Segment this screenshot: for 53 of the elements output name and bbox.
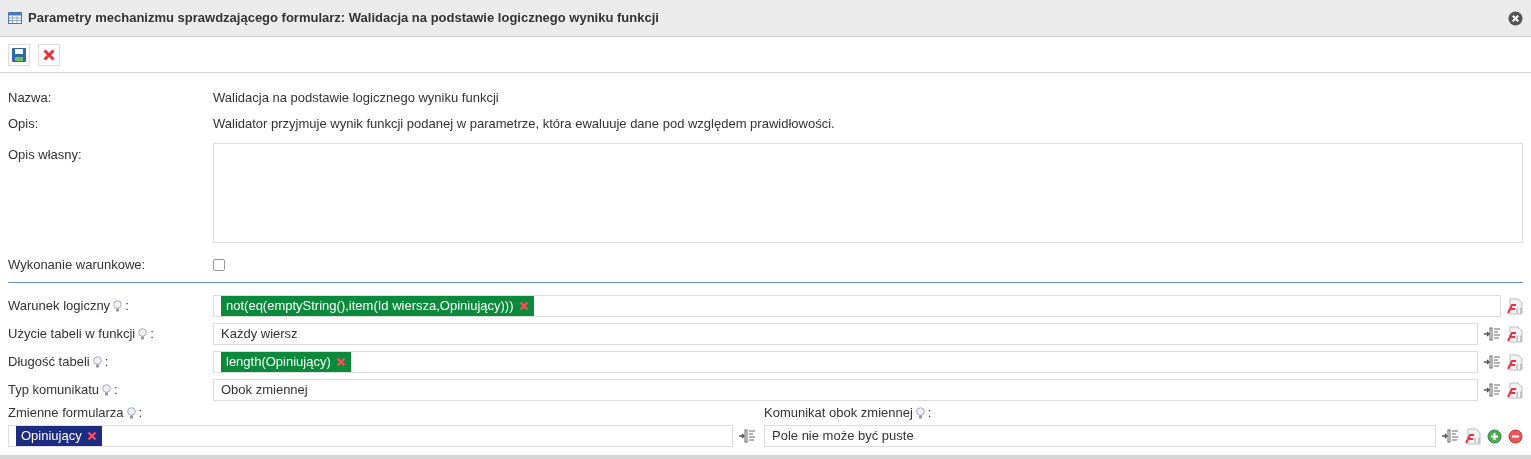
- checkbox[interactable]: [213, 259, 225, 271]
- remove-icon[interactable]: [86, 431, 97, 441]
- window-title: Parametry mechanizmu sprawdzającego formularz: Walidacja na podstawie logicznego wyniku funkcji: [28, 9, 659, 28]
- insert-icon[interactable]: [1484, 383, 1501, 397]
- variable-tag[interactable]: not(eq(emptyString(),item(Id wiersza,Opiniujący))): [221, 296, 534, 316]
- hint-icon[interactable]: [138, 327, 148, 341]
- colon-text: :: [125, 297, 129, 316]
- variable-tag[interactable]: Opiniujący: [16, 426, 102, 446]
- colon-text: :: [927, 404, 932, 423]
- colon-text: :: [150, 325, 154, 344]
- hint-icon[interactable]: [113, 299, 123, 313]
- hint-icon[interactable]: [102, 383, 112, 397]
- input-field[interactable]: Opiniujący: [8, 425, 733, 447]
- field-label: Nazwa:: [8, 89, 53, 108]
- function-icon[interactable]: [1507, 353, 1523, 371]
- colon-text: :: [104, 353, 109, 372]
- field-label: Warunek logiczny: [8, 297, 111, 316]
- add-icon[interactable]: [1487, 428, 1502, 444]
- field-label: Zmienne formularza: [8, 404, 124, 423]
- variable-tag[interactable]: length(Opiniujący): [221, 352, 351, 372]
- field-value: Walidator przyjmuje wynik funkcji podanej w parametrze, która ewaluuje dane pod względem prawidłowości.: [213, 115, 835, 134]
- input-field[interactable]: Pole nie może być puste: [764, 425, 1436, 447]
- field-label: Typ komunikatu: [8, 381, 100, 400]
- insert-icon[interactable]: [739, 429, 756, 443]
- input-field[interactable]: not(eq(emptyString(),item(Id wiersza,Opiniujący))): [213, 295, 1501, 317]
- field-label: Komunikat obok zmiennej: [764, 404, 913, 423]
- field-label: Użycie tabeli w funkcji: [8, 325, 136, 344]
- function-icon[interactable]: [1507, 381, 1523, 399]
- insert-icon[interactable]: [1484, 327, 1501, 341]
- save-button[interactable]: [8, 43, 30, 66]
- colon-text: :: [114, 381, 118, 400]
- insert-icon[interactable]: [1484, 355, 1501, 369]
- field-label: Długość tabeli: [8, 353, 90, 372]
- close-icon[interactable]: [1508, 10, 1523, 26]
- input-field[interactable]: Obok zmiennej: [213, 379, 1478, 401]
- remove-icon[interactable]: [1508, 428, 1523, 444]
- cancel-button[interactable]: [38, 43, 60, 66]
- insert-icon[interactable]: [1442, 429, 1459, 443]
- colon-text: :: [138, 404, 143, 423]
- hint-icon[interactable]: [126, 406, 136, 420]
- input-field[interactable]: length(Opiniujący): [213, 351, 1478, 373]
- function-icon[interactable]: [1465, 427, 1481, 445]
- function-icon[interactable]: [1507, 297, 1523, 315]
- hint-icon[interactable]: [915, 406, 925, 420]
- table-icon: [8, 12, 22, 24]
- function-icon[interactable]: [1507, 325, 1523, 343]
- close-icon: [42, 47, 56, 62]
- field-label: Opis własny:: [8, 146, 83, 164]
- hint-icon[interactable]: [92, 355, 102, 369]
- field-value: Walidacja na podstawie logicznego wyniku funkcji: [213, 89, 499, 108]
- field-label: Wykonanie warunkowe:: [8, 256, 147, 275]
- field-label: Opis:: [8, 115, 40, 134]
- input-field[interactable]: Każdy wiersz: [213, 323, 1478, 345]
